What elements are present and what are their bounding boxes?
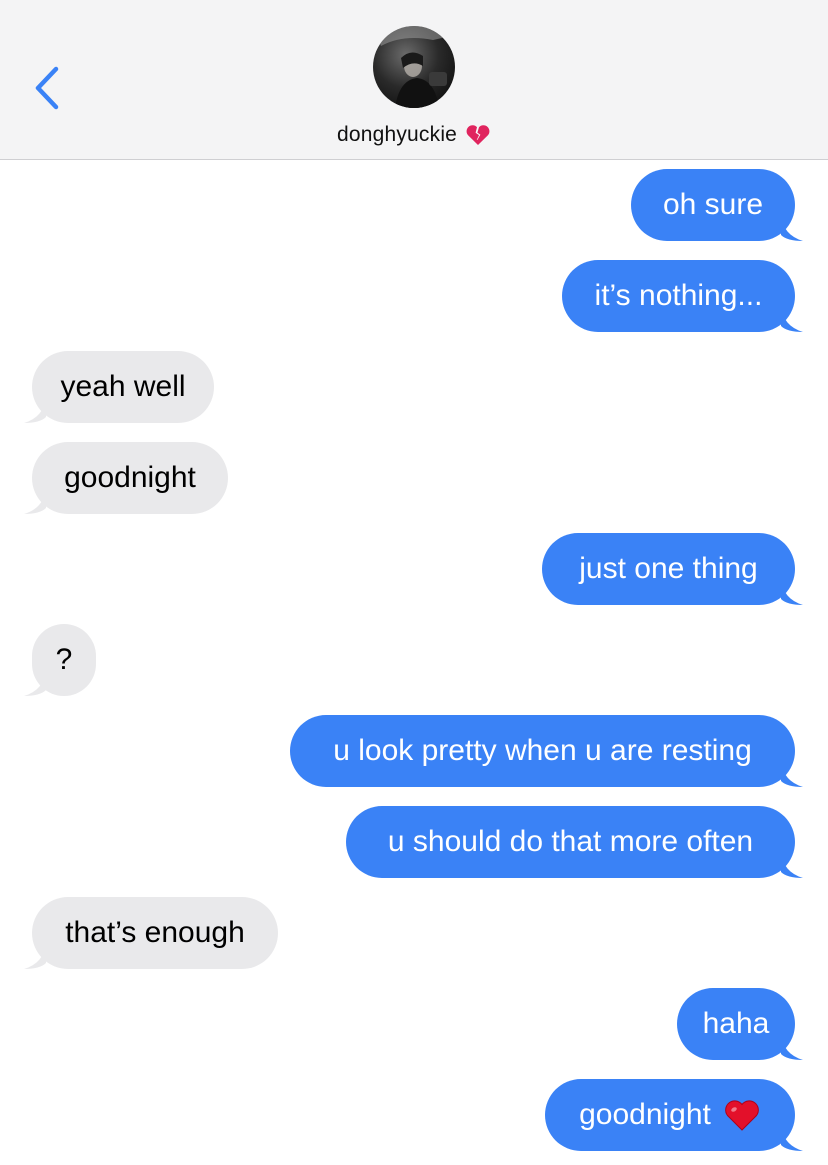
message-text: u should do that more often [387,825,754,858]
message-text: goodnight [579,1098,711,1131]
outgoing-message[interactable]: just one thing [542,533,803,605]
message-text: u look pretty when u are resting [333,734,752,767]
incoming-message[interactable]: ? [24,624,96,696]
outgoing-message[interactable]: u should do that more often [346,806,803,878]
bubble-tail [781,1034,803,1060]
message-text: haha [702,1007,770,1040]
message-text: just one thing [579,552,758,585]
incoming-message[interactable]: yeah well [24,351,214,423]
outgoing-message[interactable]: oh sure [631,169,803,241]
contact-name: donghyuckie [336,123,458,146]
message-text: goodnight [64,461,196,494]
bubble-tail [781,579,803,605]
message-text: it’s nothing... [594,279,763,312]
bubble-tail [24,943,46,969]
outgoing-message[interactable]: u look pretty when u are resting [290,715,803,787]
red-heart-icon [725,1100,759,1131]
back-button[interactable] [22,58,72,118]
bubble-tail [781,1125,803,1151]
incoming-message[interactable]: goodnight [24,442,228,514]
message-text: ? [55,643,73,676]
contact-title[interactable]: donghyuckie [0,120,828,150]
bubble-tail [781,761,803,787]
bubble-tail [24,397,46,423]
message-text: that’s enough [65,916,245,949]
outgoing-message[interactable]: haha [677,988,803,1060]
outgoing-message[interactable]: goodnight [545,1079,803,1151]
bubble-tail [781,306,803,332]
broken-heart-icon [466,125,490,145]
incoming-message[interactable]: that’s enough [24,897,278,969]
message-text: yeah well [60,370,186,403]
contact-avatar[interactable] [373,26,455,108]
bubble-tail [781,215,803,241]
bubble-tail [781,852,803,878]
message-text: oh sure [662,188,764,221]
chevron-left-icon [35,66,59,110]
conversation-header: donghyuckie [0,0,828,160]
bubble-tail [24,670,46,696]
outgoing-message[interactable]: it’s nothing... [562,260,803,332]
bubble-tail [24,488,46,514]
